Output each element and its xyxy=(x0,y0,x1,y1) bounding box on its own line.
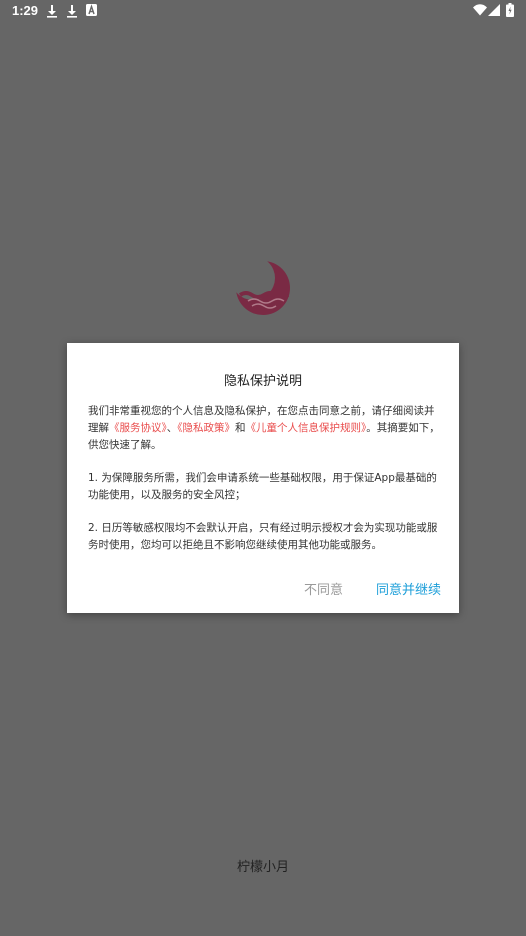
wifi-icon xyxy=(473,4,487,16)
point-1-paragraph: 1. 为保障服务所需，我们会申请系统一些基础权限，用于保证App最基础的功能使用… xyxy=(88,472,437,501)
privacy-dialog: 隐私保护说明 我们非常重视您的个人信息及隐私保护，在您点击同意之前，请仔细阅读并… xyxy=(67,343,459,613)
service-agreement-link[interactable]: 《服务协议》 xyxy=(109,422,167,434)
separator-text: 、 xyxy=(166,422,178,434)
status-bar: 1:29 xyxy=(0,0,526,24)
and-text: 和 xyxy=(235,422,246,434)
disagree-button[interactable]: 不同意 xyxy=(304,579,343,598)
privacy-policy-link[interactable]: 《隐私政策》 xyxy=(177,422,235,434)
app-name: 柠檬小月 xyxy=(236,860,289,875)
status-time: 1:29 xyxy=(12,3,39,18)
screen: 1:29 隐私保护说明 我们非常重视您的个人信息及隐私保护，在您点击同意之前，请… xyxy=(0,0,526,936)
agree-continue-button[interactable]: 同意并继续 xyxy=(376,579,441,598)
a-notification-icon xyxy=(86,4,97,16)
dialog-body: 我们非常重视您的个人信息及隐私保护，在您点击同意之前，请仔细阅读并理解《服务协议… xyxy=(88,403,440,570)
point-2-paragraph: 2. 日历等敏感权限均不会默认开启，只有经过明示授权才会为实现功能或服务时使用，… xyxy=(88,522,438,551)
dialog-title: 隐私保护说明 xyxy=(223,374,302,389)
download-icon xyxy=(47,5,57,18)
children-privacy-rules-link[interactable]: 《儿童个人信息保护规则》 xyxy=(246,422,367,434)
battery-icon xyxy=(506,3,514,17)
moon-waves-logo-icon xyxy=(236,261,290,315)
download-icon xyxy=(67,5,77,18)
signal-icon xyxy=(488,4,500,16)
intro-paragraph: 我们非常重视您的个人信息及隐私保护，在您点击同意之前，请仔细阅读并理解《服务协议… xyxy=(88,403,440,454)
